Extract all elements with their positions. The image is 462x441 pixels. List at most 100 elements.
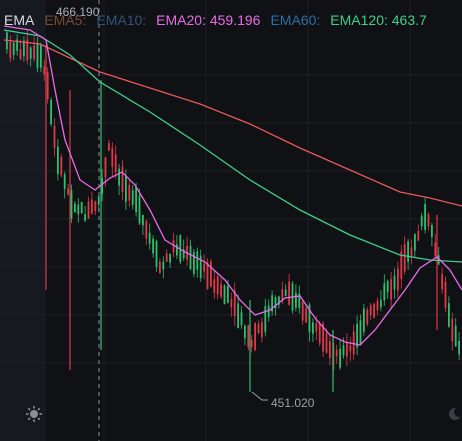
candle-body <box>210 261 212 287</box>
candle-body <box>288 281 290 305</box>
candle-body <box>53 125 56 148</box>
legend-ema120: EMA120: 463.7 <box>330 12 427 28</box>
candle-body <box>91 199 93 214</box>
candle-body <box>305 308 307 323</box>
candle-body <box>19 49 22 60</box>
candle-body <box>247 325 250 348</box>
candle-body <box>237 303 239 329</box>
candle-body <box>339 348 341 368</box>
chart-background <box>0 0 462 441</box>
candle-body <box>264 306 267 332</box>
candle-body <box>393 275 396 290</box>
candle-body <box>77 204 80 215</box>
candle-body <box>9 41 12 59</box>
candle-body <box>203 263 205 272</box>
price-chart[interactable] <box>0 0 462 441</box>
candle-body <box>148 232 151 244</box>
candle-body <box>70 190 73 219</box>
candle-body <box>135 186 137 213</box>
candle-body <box>142 214 144 226</box>
candle-body <box>315 323 318 332</box>
candle-body <box>196 251 199 270</box>
candle-body <box>29 47 32 59</box>
candle-body <box>261 322 263 338</box>
candle-body <box>373 304 375 318</box>
candle-body <box>118 168 120 186</box>
candle-body <box>410 247 413 257</box>
sun-gear-icon[interactable] <box>25 405 43 423</box>
candle-body <box>80 201 83 214</box>
candle-body <box>414 234 416 251</box>
candle-body <box>104 157 107 178</box>
candle-body <box>376 300 379 311</box>
candle-body <box>169 253 171 263</box>
candle-body <box>359 320 362 345</box>
candle-body <box>329 341 331 359</box>
candle-body <box>87 201 90 219</box>
candle-body <box>325 333 328 353</box>
candle-body <box>417 231 420 241</box>
bottom-info-strip <box>0 428 462 441</box>
candle-body <box>128 184 131 201</box>
candle-body <box>244 325 246 339</box>
candle-body <box>131 190 134 205</box>
candle-body <box>60 157 63 176</box>
candle-body <box>145 221 148 239</box>
candle-body <box>352 331 355 355</box>
candle-body <box>451 318 454 341</box>
candle-body <box>397 268 399 291</box>
candle-body <box>250 340 253 348</box>
candle-body <box>108 142 110 151</box>
candle-body <box>152 238 154 254</box>
candle-body <box>121 166 124 193</box>
candle-body <box>216 276 219 295</box>
candle-body <box>383 283 386 301</box>
candle-body <box>295 292 297 308</box>
candle-body <box>227 286 229 303</box>
candle-body <box>240 312 243 326</box>
candle-body <box>57 146 59 174</box>
candle-body <box>125 175 127 202</box>
candle-body <box>342 345 345 356</box>
candle-body <box>257 323 260 334</box>
candle-body <box>84 214 86 221</box>
candle-body <box>40 45 42 68</box>
candle-body <box>403 244 406 272</box>
candle-body <box>349 345 352 352</box>
candle-body <box>67 188 69 195</box>
candle-body <box>155 241 158 267</box>
candle-body <box>301 301 304 321</box>
candle-body <box>213 279 216 293</box>
candle-body <box>441 274 443 290</box>
candle-body <box>94 201 97 211</box>
candle-body <box>407 241 409 262</box>
candle-body <box>424 204 426 230</box>
candle-body <box>36 42 39 69</box>
candle-body <box>176 244 178 256</box>
candle-body <box>165 253 168 262</box>
legend-ema5: EMA5: <box>44 12 87 28</box>
candle-body <box>189 245 192 270</box>
candle-body <box>420 215 423 227</box>
candle-body <box>458 340 460 355</box>
candle-body <box>427 214 430 227</box>
candle-body <box>162 261 165 270</box>
left-panel-shade <box>0 0 46 441</box>
candle-body <box>46 72 49 100</box>
candle-body <box>33 45 35 60</box>
legend-ema10: EMA10: <box>96 12 147 28</box>
indicator-legend[interactable]: EMA EMA5: EMA10: EMA20: 459.196 EMA60: E… <box>4 10 437 30</box>
candle-body <box>220 284 222 297</box>
candle-body <box>12 42 15 56</box>
candle-body <box>366 309 369 324</box>
candle-body <box>223 285 226 305</box>
candle-body <box>380 299 382 308</box>
candle-body <box>230 299 233 308</box>
candle-body <box>431 225 433 238</box>
candle-body <box>43 66 46 75</box>
candle-body <box>454 325 457 347</box>
candle-body <box>138 195 141 224</box>
legend-title: EMA <box>4 12 35 28</box>
candle-body <box>386 280 389 293</box>
candle-body <box>114 154 117 173</box>
